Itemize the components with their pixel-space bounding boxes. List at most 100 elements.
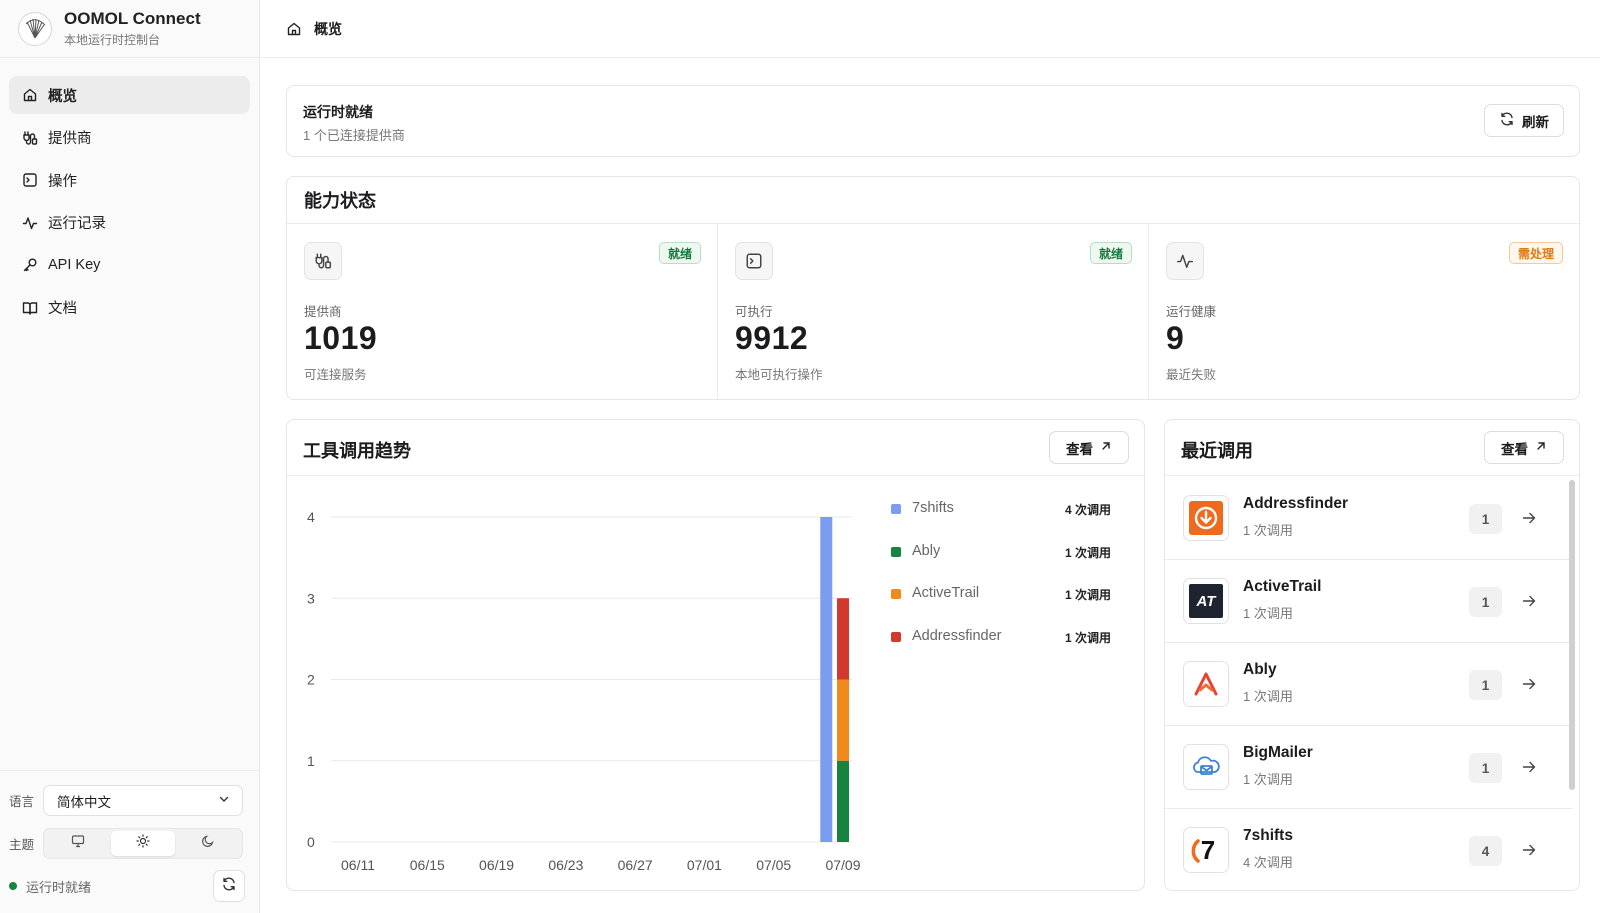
x-tick-label: 06/23 (548, 857, 583, 873)
view-label: 查看 (1066, 441, 1093, 457)
list-item[interactable]: 7 7shifts 4 次调用 4 (1165, 809, 1573, 890)
language-value: 简体中文 (57, 794, 111, 810)
sidebar-item-label: 提供商 (48, 131, 92, 148)
legend-name: ActiveTrail (912, 585, 980, 602)
language-select[interactable]: 简体中文 (43, 785, 243, 816)
recent-name: 7shifts (1243, 827, 1293, 844)
legend-count: 1 次调用 (1064, 545, 1111, 560)
bar-segment[interactable] (837, 679, 849, 761)
x-tick-label: 07/05 (756, 857, 791, 873)
arrow-right-icon[interactable] (1521, 593, 1537, 614)
main-content: 概览 运行时就绪 1 个已连接提供商 刷新 能力状态 就绪 提供商 1019 可… (260, 0, 1600, 913)
capability-health: 需处理 运行健康 9 最近失败 (1149, 224, 1579, 399)
recent-view-button[interactable]: 查看 (1484, 431, 1564, 464)
terminal-icon (735, 242, 773, 280)
recent-count: 1 (1469, 504, 1502, 534)
trend-legend: 7shifts 4 次调用 Ably 1 次调用 ActiveTrail 1 次… (891, 500, 1111, 670)
view-label: 查看 (1501, 441, 1528, 457)
legend-swatch (891, 589, 901, 600)
sidebar-item-docs[interactable]: 文档 (9, 289, 250, 327)
capability-providers: 就绪 提供商 1019 可连接服务 (287, 224, 718, 399)
recent-count: 1 (1469, 587, 1502, 617)
theme-light-button[interactable] (110, 831, 176, 856)
sidebar-item-api-key[interactable]: API Key (9, 246, 250, 284)
sidebar-item-runs[interactable]: 运行记录 (9, 204, 250, 242)
trend-title: 工具调用趋势 (303, 441, 411, 461)
bar-segment[interactable] (837, 760, 849, 842)
monitor-icon (71, 834, 85, 853)
sidebar-item-overview[interactable]: 概览 (9, 76, 250, 114)
capability-value: 9912 (735, 320, 809, 356)
recent-sub: 1 次调用 (1243, 689, 1293, 704)
refresh-label: 刷新 (1522, 114, 1549, 130)
x-tick-label: 06/15 (410, 857, 445, 873)
recent-sub: 1 次调用 (1243, 772, 1293, 787)
runtime-status-text: 运行时就绪 (26, 879, 92, 895)
capability-label: 提供商 (304, 305, 342, 319)
recent-list: Addressfinder 1 次调用 1 AT ActiveTrail 1 次… (1165, 477, 1573, 890)
capability-value: 1019 (304, 320, 378, 356)
legend-swatch (891, 546, 901, 557)
sidebar-item-label: 运行记录 (48, 216, 106, 233)
arrow-right-icon[interactable] (1521, 510, 1537, 531)
oomol-logo-icon (18, 11, 52, 46)
bar-segment[interactable] (820, 517, 833, 842)
key-icon (22, 257, 38, 273)
app-name: OOMOL Connect (64, 9, 201, 28)
theme-label: 主题 (9, 838, 35, 852)
recent-sub: 4 次调用 (1243, 855, 1293, 870)
list-item[interactable]: AT ActiveTrail 1 次调用 1 (1165, 560, 1573, 643)
legend-item: ActiveTrail 1 次调用 (891, 585, 1111, 628)
capability-desc: 最近失败 (1166, 368, 1217, 382)
legend-name: Ably (912, 542, 941, 559)
bar-segment[interactable] (837, 598, 849, 680)
legend-item: Ably 1 次调用 (891, 543, 1111, 586)
ably-logo-icon (1183, 661, 1229, 707)
brand: OOMOL Connect 本地运行时控制台 (0, 0, 259, 58)
activetrail-logo-icon: AT (1183, 578, 1229, 624)
recent-sub: 1 次调用 (1243, 523, 1293, 538)
home-icon (286, 21, 302, 37)
arrow-right-icon[interactable] (1521, 842, 1537, 863)
sidebar-footer: 语言 简体中文 主题 运行时就绪 (0, 770, 259, 913)
legend-swatch (891, 631, 901, 642)
x-tick-label: 06/19 (479, 857, 514, 873)
y-tick-label: 1 (307, 753, 315, 769)
theme-dark-button[interactable] (175, 831, 240, 856)
list-item[interactable]: Addressfinder 1 次调用 1 (1165, 477, 1573, 560)
arrow-up-right-icon (1100, 440, 1112, 455)
theme-switcher (43, 828, 243, 859)
activetrail-logo-text: AT (1189, 584, 1223, 618)
legend-swatch (891, 504, 901, 514)
sidebar-item-label: 文档 (48, 301, 77, 318)
arrow-up-right-icon (1535, 440, 1547, 455)
refresh-button[interactable]: 刷新 (1484, 104, 1564, 137)
recent-name: Ably (1243, 661, 1277, 678)
sidebar-item-operations[interactable]: 操作 (9, 161, 250, 199)
recent-name: ActiveTrail (1243, 578, 1322, 595)
recent-name: BigMailer (1243, 744, 1313, 761)
sidebar-item-providers[interactable]: 提供商 (9, 119, 250, 157)
recent-sub: 1 次调用 (1243, 606, 1293, 621)
7shifts-logo-text: 7 (1200, 834, 1216, 865)
list-item[interactable]: Ably 1 次调用 1 (1165, 643, 1573, 726)
sidebar-item-label: API Key (48, 257, 101, 274)
recent-count: 1 (1469, 670, 1502, 700)
recent-title: 最近调用 (1181, 441, 1253, 461)
home-icon (22, 87, 38, 103)
refresh-icon (221, 876, 237, 897)
trend-chart: 0 1 2 3 4 06/11 06/15 06/19 06/23 06/27 07/01 07/05… (307, 509, 861, 873)
arrow-right-icon[interactable] (1521, 759, 1537, 780)
legend-count: 4 次调用 (1064, 503, 1111, 517)
language-label: 语言 (9, 795, 35, 809)
arrow-right-icon[interactable] (1521, 676, 1537, 697)
scrollbar[interactable] (1569, 480, 1575, 790)
sidebar-refresh-button[interactable] (213, 870, 245, 902)
plug-icon (22, 130, 38, 146)
theme-system-button[interactable] (46, 831, 111, 856)
trend-view-button[interactable]: 查看 (1049, 431, 1129, 464)
x-tick-label: 06/27 (618, 857, 653, 873)
list-item[interactable]: BigMailer 1 次调用 1 (1165, 726, 1573, 809)
book-icon (22, 300, 38, 316)
status-dot (9, 882, 17, 890)
